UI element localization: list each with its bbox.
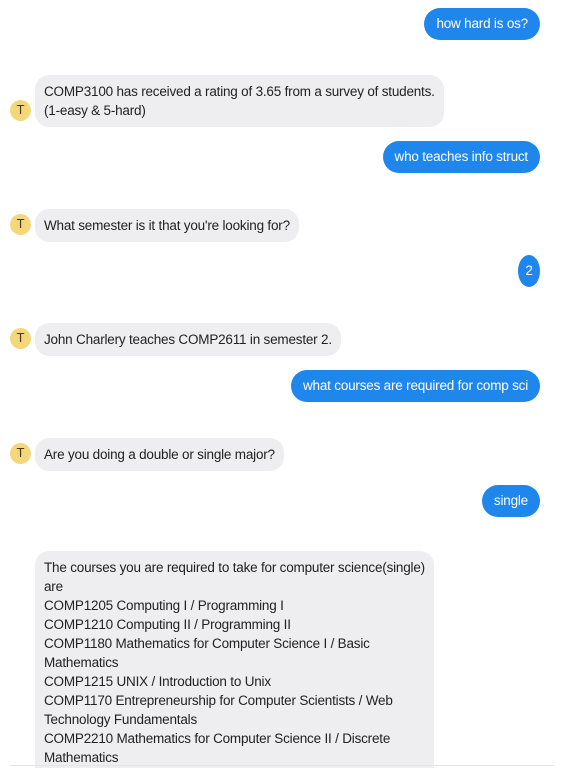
bot-message-line: COMP1205 Computing I / Programming I: [44, 598, 284, 613]
bot-avatar: T: [10, 443, 31, 464]
bot-message-line: What semester is it that you're looking …: [44, 218, 290, 233]
user-message-bubble: what courses are required for comp sci: [291, 370, 540, 402]
bot-message-line: COMP1215 UNIX / Introduction to Unix: [44, 674, 271, 689]
bot-message-bubble: What semester is it that you're looking …: [35, 209, 299, 242]
user-message-bubble: who teaches info struct: [382, 141, 540, 173]
bot-message-bubble: John Charlery teaches COMP2611 in semest…: [35, 323, 341, 356]
bot-message-line: COMP3100 has received a rating of 3.65 f…: [44, 84, 435, 99]
bottom-divider: [10, 765, 554, 766]
user-message-bubble: how hard is os?: [424, 8, 540, 40]
bot-message-line: COMP1210 Computing II / Programming II: [44, 617, 291, 632]
bot-message-line: are: [44, 579, 63, 594]
bot-avatar: T: [10, 214, 31, 235]
bot-message-line: Mathematics: [44, 655, 119, 670]
bot-message-line: The courses you are required to take for…: [44, 560, 425, 575]
bot-message-line: Technology Fundamentals: [44, 712, 197, 727]
bot-message-line: COMP1170 Entrepreneurship for Computer S…: [44, 693, 393, 708]
bot-avatar: T: [10, 100, 31, 121]
user-message-bubble: single: [481, 485, 540, 517]
bot-message-line: (1-easy & 5-hard): [44, 103, 146, 118]
bot-message-line: John Charlery teaches COMP2611 in semest…: [44, 332, 332, 347]
bot-message-line: COMP1180 Mathematics for Computer Scienc…: [44, 636, 370, 651]
bot-message-bubble: The courses you are required to take for…: [35, 551, 434, 768]
bot-avatar: T: [10, 328, 31, 349]
bot-message-line: COMP2210 Mathematics for Computer Scienc…: [44, 731, 391, 746]
bot-message-bubble: COMP3100 has received a rating of 3.65 f…: [35, 75, 444, 127]
bot-message-line: Are you doing a double or single major?: [44, 447, 275, 462]
user-message-bubble: 2: [518, 255, 540, 287]
bot-message-bubble: Are you doing a double or single major?: [35, 438, 284, 471]
chat-transcript: how hard is os? T COMP3100 has received …: [0, 0, 576, 768]
